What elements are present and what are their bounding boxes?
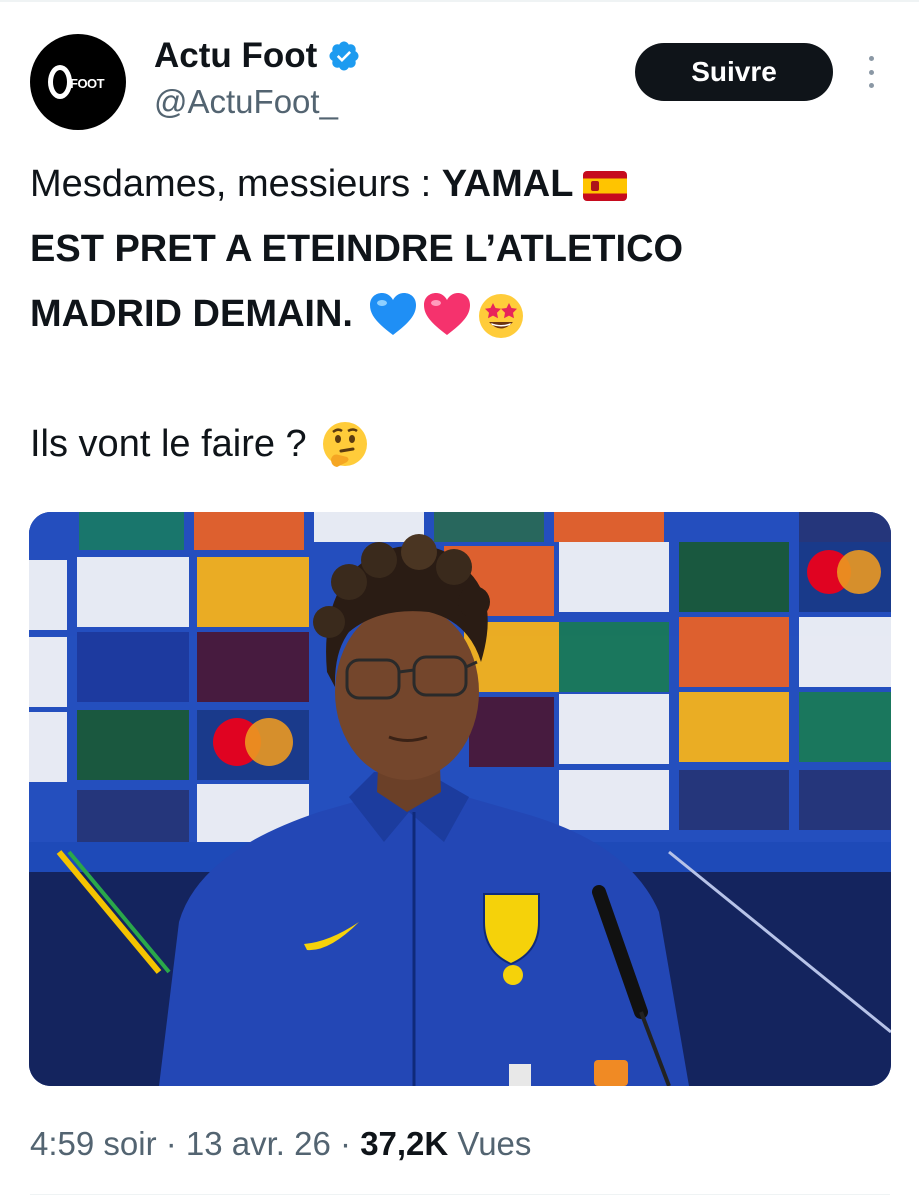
- tweet-metadata: 4:59 soir · 13 avr. 26 · 37,2K Vues: [30, 1122, 531, 1166]
- tweet-line-2: EST PRET A ETEINDRE L’ATLETICO: [30, 217, 890, 282]
- avatar-logo-text: FOOT: [70, 76, 105, 91]
- tweet-line-3: MADRID DEMAIN.: [30, 282, 890, 347]
- tweet-text-line2: EST PRET A ETEINDRE L’ATLETICO: [30, 228, 684, 270]
- tweet-text-question: Ils vont le faire ?: [30, 423, 307, 465]
- meta-separator-2: ·: [330, 1125, 361, 1162]
- verified-badge-icon: [329, 41, 359, 71]
- more-options-icon[interactable]: [862, 52, 880, 92]
- tweet-line-5: Ils vont le faire ?: [30, 412, 890, 477]
- author-handle[interactable]: @ActuFoot_: [154, 82, 338, 122]
- follow-button[interactable]: Suivre: [635, 43, 833, 101]
- author-name[interactable]: Actu Foot: [154, 36, 361, 76]
- blue-heart-icon: [369, 292, 416, 335]
- views-count[interactable]: 37,2K: [360, 1125, 448, 1162]
- tweet-text: Mesdames, messieurs : YAMAL EST PRET A E…: [30, 152, 890, 477]
- tweet-line-1: Mesdames, messieurs : YAMAL: [30, 152, 890, 217]
- tweet-view: FOOT Actu Foot @ActuFoot_ Suivre Mesdame…: [0, 0, 919, 1200]
- tweet-text-intro: Mesdames, messieurs :: [30, 163, 442, 205]
- tweet-text-line3: MADRID DEMAIN.: [30, 293, 353, 335]
- tweet-date[interactable]: 13 avr. 26: [186, 1125, 331, 1162]
- divider: [30, 1194, 890, 1195]
- thinking-face-icon: [322, 421, 367, 467]
- meta-separator-1: ·: [156, 1125, 186, 1162]
- pink-heart-icon: [423, 292, 470, 335]
- tweet-text-yamal: YAMAL: [441, 163, 574, 205]
- press-conference-photo: [29, 512, 891, 1086]
- tweet-time[interactable]: 4:59 soir: [30, 1125, 157, 1162]
- avatar-logo-ring: [48, 65, 72, 99]
- author-name-label: Actu Foot: [154, 36, 318, 75]
- flag-spain-icon: [583, 170, 628, 201]
- tweet-media-image[interactable]: [29, 512, 891, 1086]
- avatar[interactable]: FOOT: [30, 34, 126, 130]
- views-label: Vues: [448, 1125, 532, 1162]
- star-struck-icon: [478, 293, 523, 338]
